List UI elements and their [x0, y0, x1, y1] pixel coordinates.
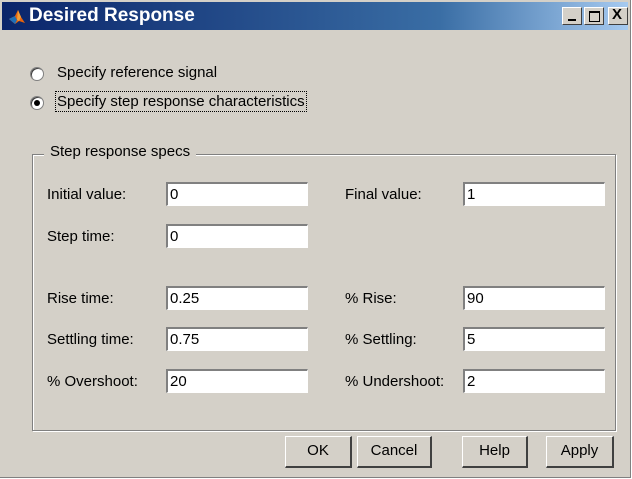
radio-label: Specify reference signal — [57, 64, 218, 81]
settling-time-field[interactable] — [166, 327, 308, 351]
maximize-button[interactable] — [584, 7, 604, 25]
rise-time-label: Rise time: — [47, 290, 114, 307]
minimize-button[interactable] — [562, 7, 582, 25]
final-value-label: Final value: — [345, 186, 422, 203]
maximize-icon — [589, 11, 600, 22]
initial-value-label: Initial value: — [47, 186, 127, 203]
close-icon: X — [612, 6, 623, 23]
radio-button[interactable] — [30, 96, 44, 110]
pct-settling-label: % Settling: — [345, 331, 417, 348]
pct-undershoot-field[interactable] — [463, 369, 605, 393]
ok-button[interactable]: OK — [285, 436, 352, 468]
step-time-field[interactable] — [166, 224, 308, 248]
pct-undershoot-label: % Undershoot: — [345, 373, 445, 390]
help-button[interactable]: Help — [462, 436, 528, 468]
apply-button[interactable]: Apply — [546, 436, 614, 468]
cancel-button[interactable]: Cancel — [357, 436, 432, 468]
initial-value-field[interactable] — [166, 182, 308, 206]
pct-rise-field[interactable] — [463, 286, 605, 310]
radio-label: Specify step response characteristics — [55, 91, 307, 112]
radio-button[interactable] — [30, 67, 44, 81]
rise-time-field[interactable] — [166, 286, 308, 310]
close-button[interactable]: X — [608, 7, 628, 25]
title-bar[interactable]: Desired Response X — [2, 2, 628, 30]
final-value-field[interactable] — [463, 182, 605, 206]
matlab-membrane-icon — [9, 10, 25, 24]
pct-overshoot-label: % Overshoot: — [47, 373, 138, 390]
pct-overshoot-field[interactable] — [166, 369, 308, 393]
group-title: Step response specs — [44, 143, 197, 160]
desired-response-dialog: Desired Response X Specify reference sig… — [0, 0, 631, 478]
settling-time-label: Settling time: — [47, 331, 134, 348]
step-time-label: Step time: — [47, 228, 115, 245]
pct-settling-field[interactable] — [463, 327, 605, 351]
minimize-icon — [568, 19, 576, 21]
window-title: Desired Response — [29, 5, 195, 26]
pct-rise-label: % Rise: — [345, 290, 397, 307]
